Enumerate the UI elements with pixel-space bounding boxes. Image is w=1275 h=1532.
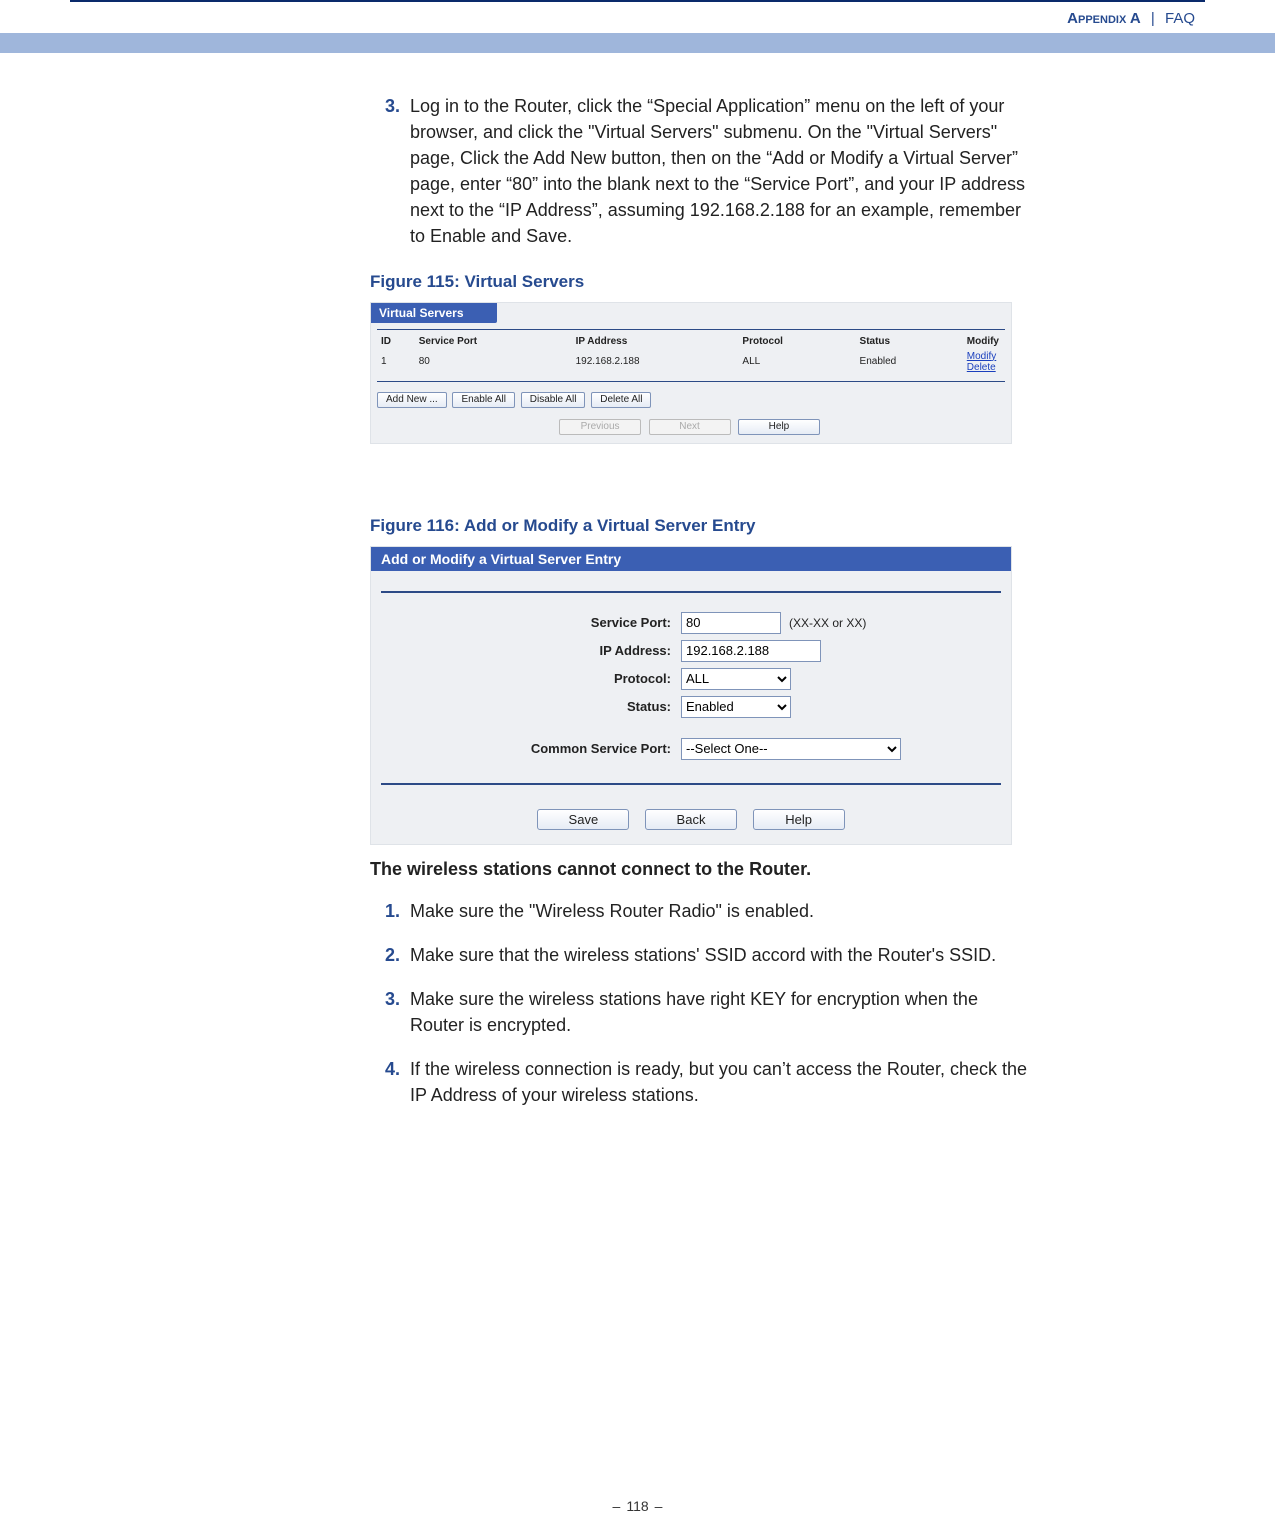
virtual-servers-title: Virtual Servers [371,303,497,323]
step-number: 4. [370,1056,410,1108]
modify-link[interactable]: Modify [967,351,996,362]
page-footer: –118– [0,1498,1275,1514]
ip-address-input[interactable] [681,640,821,662]
col-ip-address: IP Address [572,334,739,349]
cell-service-port: 80 [415,349,572,375]
col-protocol: Protocol [738,334,855,349]
delete-link[interactable]: Delete [967,362,996,373]
step-number: 2. [370,942,410,968]
cell-protocol: ALL [738,349,855,375]
wireless-step-1: 1. Make sure the "Wireless Router Radio"… [370,898,1205,924]
next-button: Next [649,419,731,435]
service-port-hint: (XX-XX or XX) [781,616,866,630]
help-button[interactable]: Help [753,809,845,830]
section-label: FAQ [1165,10,1195,27]
cell-id: 1 [377,349,415,375]
add-new-button[interactable]: Add New ... [377,392,447,408]
figure-115: Virtual Servers ID Service Port IP Addre… [370,302,1012,444]
cell-status: Enabled [856,349,963,375]
step-text: Make sure that the wireless stations' SS… [410,942,1030,968]
service-port-label: Service Port: [371,615,681,630]
protocol-select[interactable]: ALL [681,668,791,690]
wireless-step-4: 4. If the wireless connection is ready, … [370,1056,1205,1108]
disable-all-button[interactable]: Disable All [521,392,586,408]
common-service-port-label: Common Service Port: [371,741,681,756]
step-number: 3. [370,93,410,250]
virtual-servers-table: ID Service Port IP Address Protocol Stat… [377,334,1003,375]
status-select[interactable]: Enabled [681,696,791,718]
help-button[interactable]: Help [738,419,820,435]
wireless-subhead: The wireless stations cannot connect to … [370,859,1010,880]
back-button[interactable]: Back [645,809,737,830]
col-status: Status [856,334,963,349]
delete-all-button[interactable]: Delete All [591,392,651,408]
common-service-port-select[interactable]: --Select One-- [681,738,901,760]
step-text: Make sure the wireless stations have rig… [410,986,1030,1038]
step-text: If the wireless connection is ready, but… [410,1056,1030,1108]
service-port-input[interactable] [681,612,781,634]
add-modify-title: Add or Modify a Virtual Server Entry [371,547,1011,571]
col-id: ID [377,334,415,349]
appendix-label: Appendix A [1067,10,1141,27]
page-number: 118 [626,1498,648,1514]
instruction-step-3: 3. Log in to the Router, click the “Spec… [370,93,1205,250]
figure-116: Add or Modify a Virtual Server Entry Ser… [370,546,1012,845]
wireless-step-3: 3. Make sure the wireless stations have … [370,986,1205,1038]
col-modify: Modify [963,334,1003,349]
table-row: 1 80 192.168.2.188 ALL Enabled Modify De… [377,349,1003,375]
cell-ip: 192.168.2.188 [572,349,739,375]
breadcrumb: Appendix A | FAQ [0,2,1275,33]
col-service-port: Service Port [415,334,572,349]
ip-address-label: IP Address: [371,643,681,658]
save-button[interactable]: Save [537,809,629,830]
status-label: Status: [371,699,681,714]
enable-all-button[interactable]: Enable All [452,392,514,408]
wireless-step-2: 2. Make sure that the wireless stations'… [370,942,1205,968]
figure-116-caption: Figure 116: Add or Modify a Virtual Serv… [370,516,1010,536]
breadcrumb-sep: | [1145,10,1161,27]
figure-115-caption: Figure 115: Virtual Servers [370,272,1010,292]
protocol-label: Protocol: [371,671,681,686]
step-number: 3. [370,986,410,1038]
step-text: Log in to the Router, click the “Special… [410,93,1030,250]
previous-button: Previous [559,419,641,435]
header-band [0,33,1275,53]
step-number: 1. [370,898,410,924]
step-text: Make sure the "Wireless Router Radio" is… [410,898,1030,924]
